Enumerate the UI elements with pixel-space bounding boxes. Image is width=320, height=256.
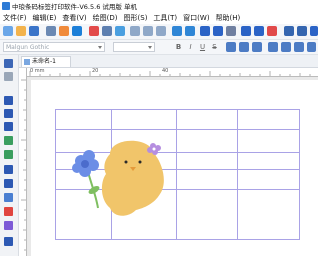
image-tool-icon[interactable] xyxy=(4,136,13,145)
window-title: 中琅条码标签打印软件-V6.5.6 试用版 单机 xyxy=(12,3,137,11)
ruler-v-ticks xyxy=(21,79,26,251)
align-bottom-icon[interactable] xyxy=(294,42,304,52)
menu-bar: 文件(F) 编辑(E) 查看(V) 绘图(D) 图形(S) 工具(T) 窗口(W… xyxy=(0,12,318,24)
rich-text-tool-icon[interactable] xyxy=(4,179,13,188)
strikethrough-button[interactable]: S xyxy=(210,42,219,52)
zoom-page-icon[interactable] xyxy=(267,26,277,36)
rectangle-tool-icon[interactable] xyxy=(4,109,13,118)
zoom-out-icon[interactable] xyxy=(213,26,223,36)
table-tool-icon[interactable] xyxy=(4,150,13,159)
barcode-icon[interactable] xyxy=(284,26,294,36)
chick-eye-left xyxy=(124,160,128,164)
zoom-in-icon[interactable] xyxy=(200,26,210,36)
menu-file[interactable]: 文件(F) xyxy=(3,13,27,23)
left-tool-panel xyxy=(0,55,19,256)
more-icon[interactable] xyxy=(310,26,318,36)
table-line xyxy=(55,239,300,240)
app-icon xyxy=(2,2,10,10)
document-icon xyxy=(24,59,30,65)
italic-button[interactable]: I xyxy=(186,42,195,52)
font-family-select[interactable]: Malgun Gothic xyxy=(3,42,105,52)
horizontal-ruler: 0 mm 20 40 xyxy=(26,68,318,77)
underline-button[interactable]: U xyxy=(198,42,207,52)
save-icon[interactable] xyxy=(29,26,39,36)
table-line xyxy=(237,109,238,240)
chick-eye-right xyxy=(138,160,142,164)
distribute-icon[interactable] xyxy=(307,42,316,52)
chevron-down-icon xyxy=(98,46,102,49)
align-right-icon[interactable] xyxy=(252,42,262,52)
paste-icon[interactable] xyxy=(156,26,166,36)
bold-button[interactable]: B xyxy=(174,42,183,52)
chick-illustration[interactable] xyxy=(70,134,180,222)
qrcode-icon[interactable] xyxy=(297,26,307,36)
vertical-ruler xyxy=(19,68,27,256)
qrcode-tool-icon[interactable] xyxy=(4,221,13,230)
main-toolbar xyxy=(0,24,318,40)
table-line xyxy=(55,109,300,110)
font-size-select[interactable] xyxy=(113,42,155,52)
zoom-fit-icon[interactable] xyxy=(241,26,251,36)
rfid-tool-icon[interactable] xyxy=(4,207,13,216)
zoom-actual-icon[interactable] xyxy=(254,26,264,36)
select-tool-icon[interactable] xyxy=(4,59,13,68)
flower-icon xyxy=(72,150,99,177)
ellipse-tool-icon[interactable] xyxy=(4,122,13,131)
document-tab-bar: 未命名-1 xyxy=(19,55,318,68)
menu-view[interactable]: 查看(V) xyxy=(62,13,86,23)
tab-document[interactable]: 未命名-1 xyxy=(21,56,71,67)
barcode-tool-icon[interactable] xyxy=(4,193,13,202)
table-line xyxy=(55,109,56,240)
menu-help[interactable]: 帮助(H) xyxy=(216,13,241,23)
table-line xyxy=(55,129,300,130)
text-tool-icon[interactable] xyxy=(4,165,13,174)
layout-icon[interactable] xyxy=(115,26,125,36)
cut-icon[interactable] xyxy=(130,26,140,36)
new-icon[interactable] xyxy=(3,26,13,36)
title-bar: 中琅条码标签打印软件-V6.5.6 试用版 单机 xyxy=(0,0,318,12)
preview-icon[interactable] xyxy=(89,26,99,36)
undo-icon[interactable] xyxy=(172,26,182,36)
align-top-icon[interactable] xyxy=(268,42,278,52)
menu-edit[interactable]: 编辑(E) xyxy=(33,13,57,23)
settings-icon[interactable] xyxy=(72,26,82,36)
align-left-icon[interactable] xyxy=(226,42,236,52)
pan-tool-icon[interactable] xyxy=(4,72,13,81)
tab-label: 未命名-1 xyxy=(32,58,56,65)
copy-icon[interactable] xyxy=(143,26,153,36)
line-tool-icon[interactable] xyxy=(4,96,13,105)
menu-shape[interactable]: 图形(S) xyxy=(124,13,148,23)
redo-icon[interactable] xyxy=(185,26,195,36)
menu-tools[interactable]: 工具(T) xyxy=(153,13,177,23)
grid-icon[interactable] xyxy=(226,26,236,36)
table-line xyxy=(299,109,300,240)
font-family-value: Malgun Gothic xyxy=(6,44,50,51)
menu-draw[interactable]: 绘图(D) xyxy=(93,13,118,23)
print-icon[interactable] xyxy=(46,26,56,36)
align-center-icon[interactable] xyxy=(239,42,249,52)
open-icon[interactable] xyxy=(16,26,26,36)
database-icon[interactable] xyxy=(59,26,69,36)
align-middle-icon[interactable] xyxy=(281,42,291,52)
chevron-down-icon xyxy=(148,46,152,49)
menu-window[interactable]: 窗口(W) xyxy=(183,13,209,23)
page-setup-icon[interactable] xyxy=(102,26,112,36)
curve-tool-icon[interactable] xyxy=(4,237,13,246)
ruler-ticks xyxy=(29,71,311,76)
